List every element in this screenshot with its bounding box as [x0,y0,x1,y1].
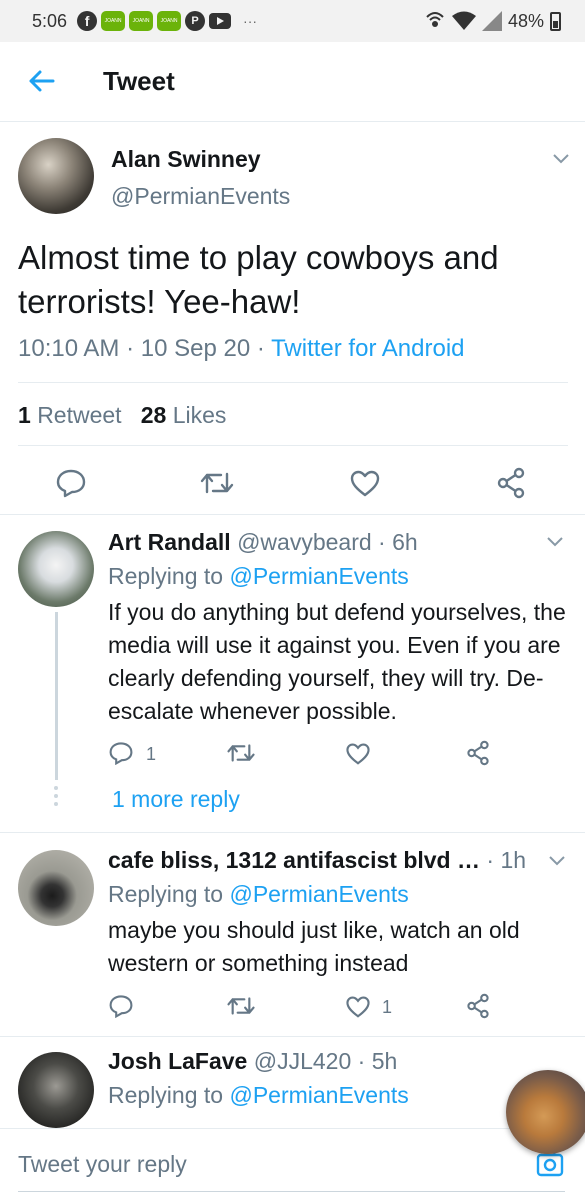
replying-to: Replying to @PermianEvents [108,1082,409,1109]
reply-age: 6h [392,529,418,555]
replying-to: Replying to @PermianEvents [108,881,409,908]
retweet-label[interactable]: Retweet [37,402,121,428]
signal-icon [481,11,502,31]
retweet-count[interactable]: 1 [18,402,31,428]
replying-to-label: Replying to [108,563,224,589]
tweet-actions [0,462,585,502]
input-underline [18,1191,565,1192]
like-count: 1 [382,997,393,1017]
reply-author-name[interactable]: Art Randall [108,529,231,555]
reply-author-name[interactable]: cafe bliss, 1312 antifascist blvd … [108,847,480,873]
replying-to: Replying to @PermianEvents [108,563,409,590]
battery-percent: 48% [507,10,544,31]
reply-icon[interactable] [55,468,87,498]
divider [0,514,585,515]
wifi-icon [451,11,476,30]
replying-to-label: Replying to [108,1082,224,1108]
tweet-meta: 10:10 AM · 10 Sep 20 · Twitter for Andro… [18,335,465,362]
facebook-notification-icon: f [77,11,98,31]
chevron-down-icon[interactable] [546,536,564,548]
reply-count: 1 [146,744,157,764]
reply-compose-bar: Tweet your reply [0,1128,585,1200]
reply-icon[interactable] [108,741,134,765]
divider [0,832,585,833]
reply-header: cafe bliss, 1312 antifascist blvd … · 1h [108,847,527,873]
top-app-bar: Tweet [0,42,585,122]
author-handle[interactable]: @PermianEvents [111,183,290,210]
reply-icon[interactable] [108,994,134,1018]
retweet-icon[interactable] [226,995,256,1017]
tweet-stats: 1 Retweet 28 Likes [18,402,226,429]
reply-age: 1h [500,847,527,873]
chevron-down-icon[interactable] [548,855,566,867]
retweet-icon[interactable] [226,742,256,764]
replying-to-link[interactable]: @PermianEvents [229,881,408,907]
reply-author-handle[interactable]: @wavybeard [237,529,372,555]
author-avatar[interactable] [18,138,94,214]
like-heart-icon[interactable] [349,469,381,497]
joann-notification-icon: JOANN [101,11,126,31]
author-name[interactable]: Alan Swinney [111,146,261,173]
divider [0,1036,585,1037]
retweet-icon[interactable] [199,470,235,496]
back-arrow-icon[interactable] [26,66,56,96]
divider [18,445,568,446]
reply-author-name[interactable]: Josh LaFave [108,1048,247,1074]
thread-line [55,612,58,780]
like-heart-icon[interactable] [345,995,371,1018]
youtube-notification-icon [209,13,232,29]
reply-input[interactable]: Tweet your reply [18,1151,187,1178]
page-title: Tweet [103,66,175,96]
tweet-date: 10 Sep 20 [140,335,251,362]
status-time: 5:06 [32,10,68,31]
tweet-time: 10:10 AM [18,335,120,362]
reply-header: Art Randall @wavybeard · 6h [108,529,418,555]
reply-avatar[interactable] [18,1052,94,1128]
thread-dots [54,786,59,810]
status-bar: 5:06 f JOANN JOANN JOANN P ··· 48% [0,0,585,42]
more-notifications-icon: ··· [243,13,258,29]
share-icon[interactable] [496,467,526,499]
tweet-source-link[interactable]: Twitter for Android [271,335,464,362]
replying-to-link[interactable]: @PermianEvents [229,1082,408,1108]
reply-header: Josh LaFave @JJL420 · 5h [108,1048,398,1074]
joann-notification-icon: JOANN [157,11,182,31]
like-count[interactable]: 28 [141,402,167,428]
like-label[interactable]: Likes [173,402,227,428]
share-icon[interactable] [466,993,490,1019]
divider [18,382,568,383]
battery-icon [550,11,561,31]
floating-chat-head-avatar[interactable] [506,1070,585,1154]
pinterest-notification-icon: P [185,11,206,31]
reply-author-handle[interactable]: @JJL420 [254,1048,352,1074]
reply-age: 5h [371,1048,398,1074]
chevron-down-icon[interactable] [552,153,570,165]
share-icon[interactable] [466,740,490,766]
like-heart-icon[interactable] [345,742,371,765]
joann-notification-icon: JOANN [129,11,154,31]
reply-avatar[interactable] [18,850,94,926]
replying-to-label: Replying to [108,881,224,907]
tweet-text: Almost time to play cowboys and terroris… [18,239,499,320]
replying-to-link[interactable]: @PermianEvents [229,563,408,589]
reply-avatar[interactable] [18,531,94,607]
hotspot-icon [426,12,444,27]
reply-text: If you do anything but defend yourselves… [108,599,566,724]
reply-text: maybe you should just like, watch an old… [108,917,520,976]
more-replies-link[interactable]: 1 more reply [112,786,240,813]
